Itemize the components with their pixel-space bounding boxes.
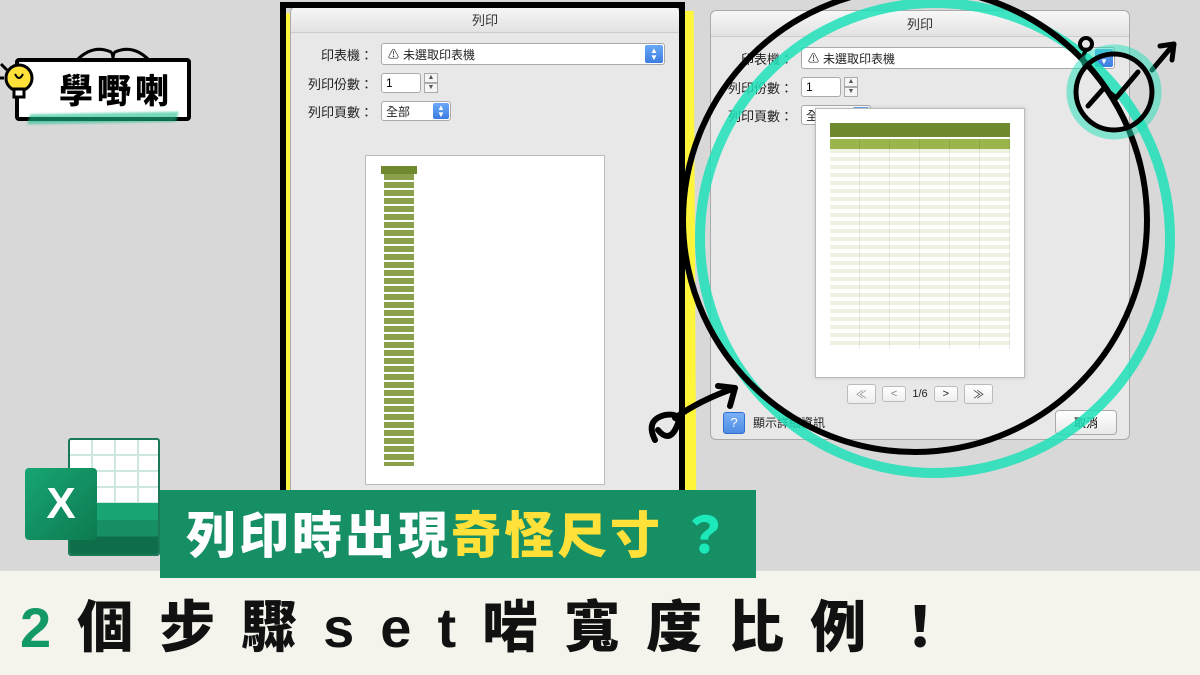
- printer-label: 印表機：: [725, 49, 793, 68]
- cancel-button[interactable]: 取消: [1055, 410, 1117, 435]
- chart-doodle-icon: [1052, 30, 1182, 145]
- headline2-number: 2: [20, 596, 77, 659]
- copies-input[interactable]: [801, 77, 841, 97]
- learn-sticker: 學嘢喇: [15, 40, 191, 121]
- headline1-question: ？: [680, 508, 730, 564]
- pager: ≪ < 1/6 > ≫: [847, 384, 993, 404]
- printer-select[interactable]: ⚠ 未選取印表機 ▲▼: [381, 43, 665, 65]
- sticker-text: 學嘢喇: [59, 73, 173, 111]
- excel-icon: X: [25, 430, 160, 565]
- printer-value: 未選取印表機: [823, 50, 895, 67]
- dialog-title: 列印: [291, 7, 679, 33]
- pages-select[interactable]: 全部 ▲▼: [381, 101, 451, 121]
- pager-first[interactable]: ≪: [847, 384, 876, 404]
- headline1-part-a: 列印時出現: [186, 508, 451, 564]
- pager-prev[interactable]: <: [882, 386, 906, 402]
- headline-banner-1: 列印時出現奇怪尺寸 ？: [160, 490, 756, 578]
- pages-value: 全部: [386, 103, 410, 120]
- lightbulb-icon: [0, 56, 37, 117]
- warning-icon: ⚠: [388, 46, 399, 62]
- print-preview-full: [815, 108, 1025, 378]
- copies-label: 列印份數：: [305, 74, 373, 93]
- pager-next[interactable]: >: [934, 386, 958, 402]
- copies-stepper[interactable]: ▲▼: [844, 77, 858, 97]
- headline1-highlight: 奇怪尺寸: [451, 508, 663, 564]
- print-preview-narrow: [365, 155, 605, 485]
- show-details-link[interactable]: 顯示詳細資訊: [753, 414, 825, 431]
- copies-input[interactable]: [381, 73, 421, 93]
- print-dialog-before: 列印 印表機： ⚠ 未選取印表機 ▲▼ 列印份數： ▲▼ 列印頁數： 全部 ▲▼: [290, 6, 680, 496]
- copies-stepper[interactable]: ▲▼: [424, 73, 438, 93]
- select-arrows-icon: ▲▼: [433, 103, 449, 119]
- pager-text: 1/6: [912, 388, 927, 400]
- headline-banner-2: 2個步驟set啱寬度比例！: [0, 570, 1200, 675]
- printer-label: 印表機：: [305, 45, 373, 64]
- pages-label: 列印頁數：: [305, 102, 373, 121]
- copies-label: 列印份數：: [725, 78, 793, 97]
- select-arrows-icon: ▲▼: [645, 45, 663, 63]
- headline2-rest: 個步驟set啱寬度比例！: [77, 596, 974, 659]
- warning-icon: ⚠: [808, 50, 819, 66]
- arrow-swirl-icon: [640, 370, 760, 465]
- printer-value: 未選取印表機: [403, 46, 475, 63]
- excel-letter: X: [25, 468, 97, 540]
- pager-last[interactable]: ≫: [964, 384, 993, 404]
